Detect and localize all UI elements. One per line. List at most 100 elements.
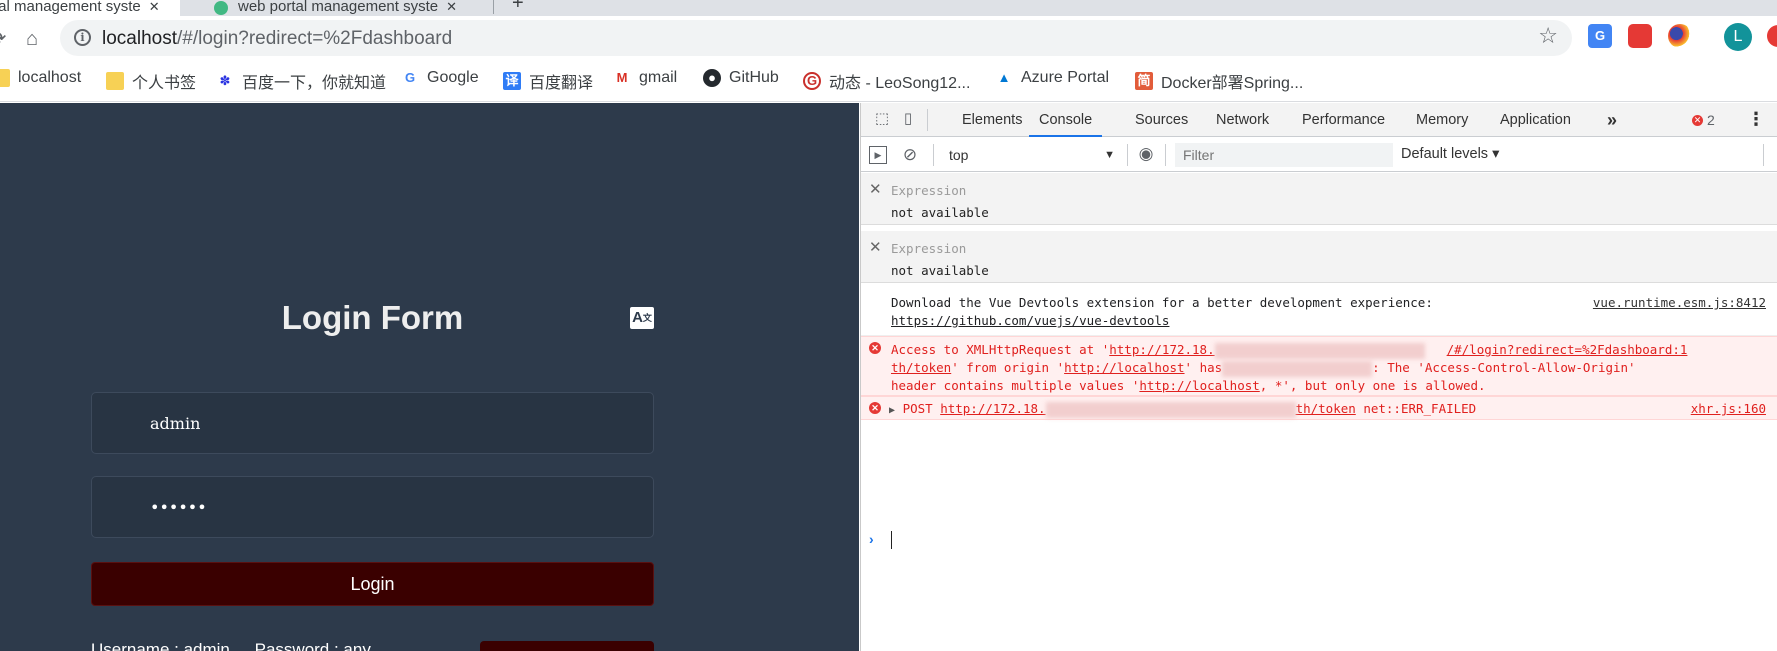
http-method: POST xyxy=(902,401,933,416)
baidu-paw-icon: ✽ xyxy=(219,73,231,88)
toolbar-divider xyxy=(1165,144,1166,166)
folder-icon xyxy=(106,72,124,90)
context-value: top xyxy=(949,147,969,163)
password-input[interactable] xyxy=(148,477,628,537)
request-url-link[interactable]: http://172.18. xyxy=(1109,342,1214,357)
tab-memory[interactable]: Memory xyxy=(1416,103,1468,137)
eye-icon[interactable]: ◉ xyxy=(1137,145,1155,163)
device-toolbar-icon[interactable]: ▯ xyxy=(899,110,917,128)
dice-extension-icon[interactable] xyxy=(1628,24,1652,48)
tab-network[interactable]: Network xyxy=(1216,103,1269,137)
source-link[interactable]: /#/login?redirect=%2Fdashboard:1 xyxy=(1447,342,1688,357)
tab-title: tal management syste xyxy=(0,0,141,15)
remove-expression-icon[interactable]: ✕ xyxy=(869,180,882,198)
bookmark-gmail[interactable]: Mgmail xyxy=(613,69,678,87)
error-counter[interactable]: ✕ 2 xyxy=(1692,112,1715,128)
more-tabs-icon[interactable]: » xyxy=(1607,103,1617,137)
url-text[interactable]: localhost/#/login?redirect=%2Fdashboard xyxy=(102,28,452,50)
request-url-link[interactable]: th/token xyxy=(1296,401,1356,416)
gitee-icon: G xyxy=(803,72,821,90)
home-icon[interactable]: ⌂ xyxy=(20,26,44,52)
tab-close-icon[interactable]: ✕ xyxy=(149,0,160,15)
bookmark-label: 百度翻译 xyxy=(529,75,594,92)
bookmark-star-icon[interactable]: ☆ xyxy=(1538,23,1558,49)
tip-username: Username : admin xyxy=(91,640,230,651)
profile-avatar[interactable]: L xyxy=(1724,23,1752,51)
console-message-error: ✕ ▶ POST http://172.18. th/token net::ERR… xyxy=(861,396,1777,420)
redacted-region xyxy=(1222,360,1373,377)
console-input-caret[interactable] xyxy=(891,531,892,549)
bookmark-label: Docker部署Spring... xyxy=(1161,75,1304,92)
source-link[interactable]: vue.runtime.esm.js:8412 xyxy=(1593,294,1766,312)
expression-label[interactable]: Expression xyxy=(891,241,966,256)
source-link[interactable]: xhr.js:160 xyxy=(1691,400,1766,418)
console-prompt-icon: › xyxy=(869,531,874,547)
bookmark-leosong[interactable]: G 动态 - LeoSong12... xyxy=(803,69,970,93)
text-segment: ' has xyxy=(1184,360,1223,375)
username-field[interactable] xyxy=(91,392,654,454)
origin-link[interactable]: http://localhost xyxy=(1139,378,1259,393)
site-info-icon[interactable]: i xyxy=(74,29,91,46)
inspect-element-icon[interactable]: ⬚ xyxy=(873,110,891,128)
jianshu-icon: 简 xyxy=(1135,72,1153,90)
error-line-1: Access to XMLHttpRequest at 'http://172.… xyxy=(891,341,1687,359)
expand-triangle-icon[interactable]: ▶ xyxy=(889,405,895,416)
devtools-url-link[interactable]: https://github.com/vuejs/vue-devtools xyxy=(891,312,1169,330)
redacted-region xyxy=(1214,342,1425,359)
tab-application[interactable]: Application xyxy=(1500,103,1571,137)
bookmark-baidu[interactable]: ✽ 百度一下，你就知道 xyxy=(216,69,386,93)
bookmark-google[interactable]: G Google xyxy=(401,69,479,87)
remove-expression-icon[interactable]: ✕ xyxy=(869,238,882,256)
login-title: Login Form xyxy=(281,299,464,336)
request-url-link[interactable]: http://172.18. xyxy=(940,401,1045,416)
message-text: Download the Vue Devtools extension for … xyxy=(891,295,1433,310)
browser-tab-2[interactable]: web portal management syste ✕ xyxy=(200,0,488,16)
tab-divider xyxy=(493,0,494,14)
origin-link[interactable]: http://localhost xyxy=(1064,360,1184,375)
bookmark-baidu-translate[interactable]: 译百度翻译 xyxy=(503,69,593,93)
bookmark-github[interactable]: ● GitHub xyxy=(703,69,779,87)
filter-input[interactable] xyxy=(1175,143,1393,167)
tab-close-icon[interactable]: ✕ xyxy=(446,0,457,15)
error-icon: ✕ xyxy=(869,342,881,354)
language-switch-icon[interactable]: A文 xyxy=(630,307,654,329)
new-tab-icon[interactable]: + xyxy=(512,0,524,15)
bookmark-personal[interactable]: 个人书签 xyxy=(106,69,196,93)
kebab-menu-icon[interactable]: ⋮ xyxy=(1747,109,1765,130)
tab-elements[interactable]: Elements xyxy=(962,103,1022,137)
password-field[interactable] xyxy=(91,476,654,538)
error-code: net::ERR_FAILED xyxy=(1363,401,1477,416)
bookmark-azure[interactable]: ▲ Azure Portal xyxy=(995,69,1109,87)
expression-value: not available xyxy=(891,263,989,278)
reload-icon[interactable]: ⟳ xyxy=(0,26,10,52)
bookmark-label: Azure Portal xyxy=(1021,69,1110,86)
clear-console-icon[interactable]: ⊘ xyxy=(901,146,919,164)
red-extension-icon[interactable] xyxy=(1767,25,1777,47)
colorful-extension-icon[interactable] xyxy=(1668,24,1692,48)
tab-console[interactable]: Console xyxy=(1029,103,1103,137)
chevron-down-icon: ▼ xyxy=(1104,149,1115,161)
log-levels-dropdown[interactable]: Default levels ▾ xyxy=(1401,146,1499,162)
address-bar[interactable]: i localhost/#/login?redirect=%2Fdashboar… xyxy=(60,20,1572,56)
bookmark-docker[interactable]: 简 Docker部署Spring... xyxy=(1135,69,1303,93)
browser-tab-1[interactable]: tal management syste ✕ xyxy=(0,0,180,16)
expression-label[interactable]: Expression xyxy=(891,183,966,198)
username-input[interactable] xyxy=(148,393,628,453)
google-translate-extension-icon[interactable]: G xyxy=(1588,24,1612,48)
toolbar-divider xyxy=(933,144,934,166)
bookmark-localhost[interactable]: localhost xyxy=(0,69,81,87)
bookmark-label: localhost xyxy=(18,69,82,86)
url-host: localhost xyxy=(102,28,177,49)
request-url-link[interactable]: th/token xyxy=(891,360,951,375)
third-party-login-button[interactable] xyxy=(480,641,654,651)
tab-sources[interactable]: Sources xyxy=(1135,103,1188,137)
tab-strip: tal management syste ✕ web portal manage… xyxy=(0,0,1777,16)
live-expression: ✕ Expression not available xyxy=(861,173,1777,225)
tab-performance[interactable]: Performance xyxy=(1302,103,1385,137)
context-select[interactable]: top ▼ xyxy=(949,143,1115,167)
bookmark-label: 百度一下，你就知道 xyxy=(242,75,387,92)
sidebar-toggle-icon[interactable]: ▶ xyxy=(869,146,887,164)
login-button[interactable]: Login xyxy=(91,562,654,606)
bookmark-label: 个人书签 xyxy=(132,75,197,92)
devtools-panel: ⬚ ▯ Elements Console Sources Network Per… xyxy=(860,103,1777,651)
